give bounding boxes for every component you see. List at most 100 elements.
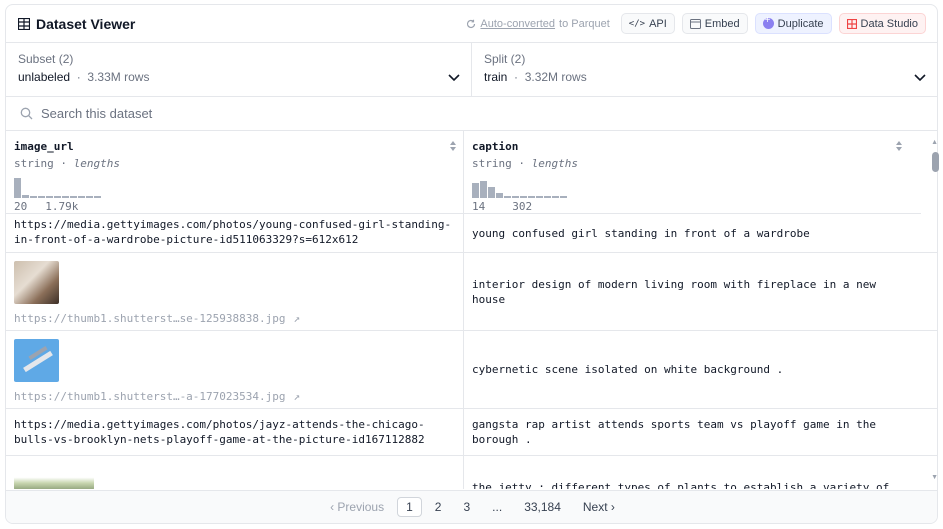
- thumbnail-image[interactable]: [14, 339, 59, 382]
- split-value: train · 3.32M rows: [484, 70, 925, 84]
- histogram-bar: [46, 196, 53, 198]
- length-histogram[interactable]: [472, 178, 567, 198]
- image-url-cell: https://media.gettyimages.com/photos/jay…: [6, 409, 464, 455]
- split-dropdown[interactable]: Split (2) train · 3.32M rows: [471, 43, 937, 96]
- page-ellipsis: ...: [492, 500, 503, 514]
- chevron-right-icon: ›: [610, 500, 615, 514]
- table-row[interactable]: https://thumb1.shutterst…-a-177023534.jp…: [6, 331, 937, 409]
- page-button-3[interactable]: 3: [454, 497, 479, 517]
- table-row[interactable]: https://media.gettyimages.com/photos/you…: [6, 214, 937, 253]
- caption-cell: interior design of modern living room wi…: [472, 277, 876, 306]
- external-link-icon: ↗: [293, 312, 301, 325]
- histogram-bar: [78, 196, 85, 198]
- grid-icon: [846, 18, 857, 29]
- table-row[interactable]: the jetty : different types of plants to…: [6, 456, 937, 489]
- scroll-down-arrow[interactable]: ▼: [931, 474, 938, 481]
- histogram-bar: [488, 187, 495, 198]
- caption-cell: gangsta rap artist attends sports team v…: [472, 418, 876, 446]
- split-rows: 3.32M rows: [524, 70, 587, 84]
- subset-label: Subset (2): [18, 52, 74, 66]
- thumbnail-image[interactable]: [14, 261, 59, 304]
- table-header: image_url string · lengths 20 1.79k capti…: [6, 131, 937, 214]
- histogram-bar: [496, 193, 503, 198]
- column-stat-name: lengths: [73, 157, 120, 170]
- duplicate-button[interactable]: Duplicate: [754, 13, 832, 34]
- histogram-max: 1.79k: [45, 200, 79, 213]
- sort-icon[interactable]: [449, 140, 457, 152]
- scrollbar-thumb[interactable]: [932, 152, 939, 172]
- duplicate-button-label: Duplicate: [777, 17, 824, 30]
- header-actions: Auto-converted to Parquet </> API Embed …: [466, 13, 926, 34]
- column-name: image_url: [14, 140, 74, 153]
- viewer-title: Dataset Viewer: [18, 16, 135, 32]
- table-row[interactable]: https://media.gettyimages.com/photos/jay…: [6, 409, 937, 456]
- split-label: Split (2): [484, 52, 526, 66]
- column-name: caption: [472, 140, 519, 153]
- column-stat-name: lengths: [531, 157, 578, 170]
- histogram-bar: [472, 183, 479, 198]
- subset-separator: ·: [73, 70, 85, 84]
- image-link[interactable]: https://thumb1.shutterst…-a-177023534.jp…: [14, 389, 455, 404]
- histogram-bar: [62, 196, 69, 198]
- search-icon: [20, 107, 33, 120]
- histogram-bar: [480, 181, 487, 198]
- viewer-title-text: Dataset Viewer: [36, 15, 136, 32]
- split-name: train: [484, 70, 508, 84]
- column-type: string · lengths: [14, 157, 120, 170]
- histogram-bar: [70, 196, 77, 198]
- image-link-text: https://thumb1.shutterst…-a-177023534.jp…: [14, 390, 286, 403]
- scroll-up-arrow[interactable]: ▲: [931, 139, 938, 146]
- page-button-2[interactable]: 2: [426, 497, 451, 517]
- code-icon: </>: [628, 18, 646, 29]
- page-button-1[interactable]: 1: [397, 497, 422, 517]
- histogram-bar: [520, 196, 527, 198]
- histogram-bar: [14, 178, 21, 198]
- previous-page-button[interactable]: ‹ Previous: [321, 497, 393, 517]
- sort-icon[interactable]: [895, 140, 903, 152]
- histogram-range: 14 302: [472, 200, 532, 213]
- chevron-down-icon: [448, 74, 460, 82]
- dataset-viewer: Dataset Viewer Auto-converted to Parquet…: [5, 4, 938, 524]
- image-url-cell: https://thumb1.shutterst…se-125938838.jp…: [6, 253, 464, 330]
- refresh-icon: [467, 19, 476, 28]
- subset-split-selectors: Subset (2) unlabeled · 3.33M rows Split …: [6, 43, 937, 97]
- subset-name: unlabeled: [18, 70, 71, 84]
- histogram-bar: [528, 196, 535, 198]
- auto-converted-note: Auto-converted to Parquet: [466, 18, 610, 30]
- histogram-min: 14: [472, 200, 486, 213]
- auto-converted-link[interactable]: Auto-converted: [480, 18, 555, 30]
- image-link[interactable]: https://thumb1.shutterst…se-125938838.jp…: [14, 311, 455, 326]
- table-icon: [18, 17, 30, 30]
- column-type-name: string: [14, 157, 54, 170]
- column-type: string · lengths: [472, 157, 578, 170]
- caption-cell: young confused girl standing in front of…: [472, 226, 810, 240]
- data-studio-button[interactable]: Data Studio: [838, 13, 926, 34]
- subset-dropdown[interactable]: Subset (2) unlabeled · 3.33M rows: [6, 43, 471, 96]
- histogram-bar: [512, 196, 519, 198]
- table-row[interactable]: https://thumb1.shutterst…se-125938838.jp…: [6, 253, 937, 331]
- data-table: image_url string · lengths 20 1.79k capti…: [6, 131, 937, 489]
- column-type-name: string: [472, 157, 512, 170]
- image-url-cell: https://thumb1.shutterst…-a-177023534.jp…: [6, 331, 464, 408]
- subset-value: unlabeled · 3.33M rows: [18, 70, 459, 84]
- search-input[interactable]: [41, 106, 441, 121]
- image-link-text: https://thumb1.shutterst…se-125938838.jp…: [14, 312, 286, 325]
- histogram-bar: [544, 196, 551, 198]
- histogram-bar: [54, 196, 61, 198]
- page-button-last[interactable]: 33,184: [515, 497, 570, 517]
- split-separator: ·: [510, 70, 522, 84]
- column-header-image-url[interactable]: image_url string · lengths 20 1.79k: [6, 131, 464, 214]
- length-histogram[interactable]: [14, 178, 101, 198]
- embed-button[interactable]: Embed: [681, 13, 748, 34]
- api-button[interactable]: </> API: [620, 13, 675, 34]
- next-label: Next: [582, 500, 608, 514]
- column-header-caption[interactable]: caption string · lengths 14 302: [464, 131, 921, 214]
- caption-cell: the jetty : different types of plants to…: [472, 481, 890, 489]
- histogram-range: 20 1.79k: [14, 200, 78, 213]
- histogram-bar: [22, 195, 29, 198]
- histogram-max: 302: [512, 200, 533, 213]
- thumbnail-image[interactable]: [14, 462, 94, 489]
- histogram-bar: [38, 196, 45, 198]
- image-url-cell: https://media.gettyimages.com/photos/you…: [6, 214, 464, 252]
- next-page-button[interactable]: Next ›: [574, 497, 624, 517]
